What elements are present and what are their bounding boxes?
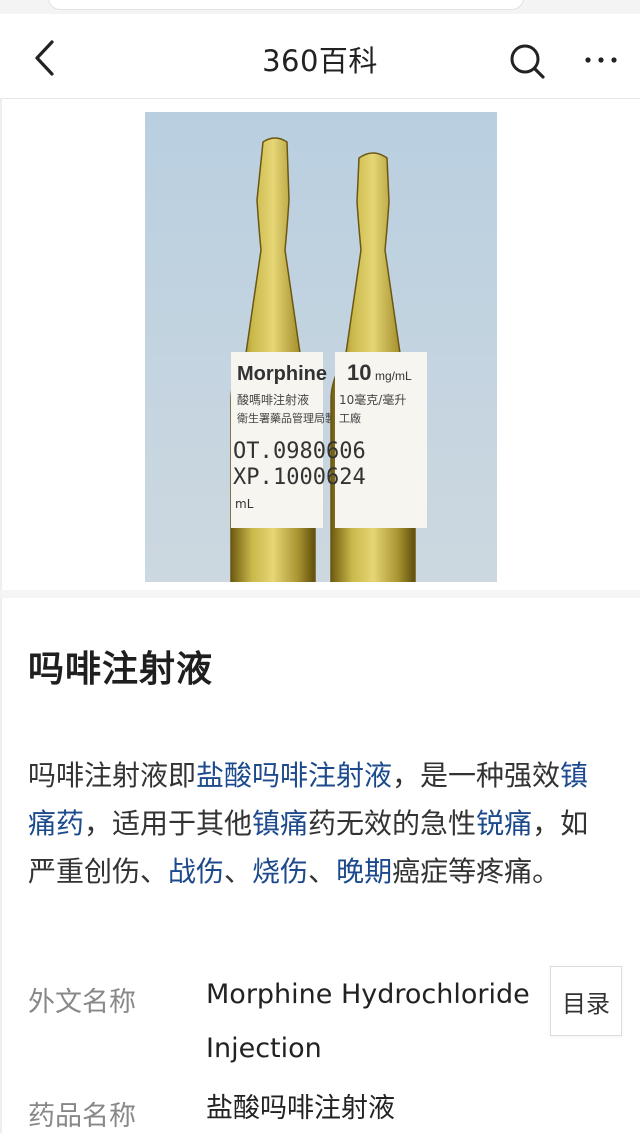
summary-link[interactable]: 烧伤 [252, 855, 308, 888]
summary-link[interactable]: 盐酸吗啡注射液 [196, 759, 392, 792]
summary-text: 药无效的急性 [308, 807, 477, 840]
summary-text: 、 [224, 855, 253, 888]
right-label-exp: 1000624 [273, 465, 366, 490]
right-label-dose: 10 [347, 360, 371, 385]
search-icon [510, 44, 545, 79]
navbar: 360百科 [0, 14, 640, 99]
summary-link[interactable]: 锐痛 [476, 807, 532, 840]
right-label-lot: 0980606 [273, 439, 366, 464]
left-label-unit: mL [235, 497, 254, 511]
summary-text: ，是一种强效 [392, 759, 561, 792]
search-button[interactable] [506, 40, 548, 82]
summary-text: ，适用于其他 [84, 807, 253, 840]
page-edge [0, 98, 2, 1133]
entry-summary: 吗啡注射液即盐酸吗啡注射液，是一种强效镇痛药，适用于其他镇痛药无效的急性锐痛，如… [28, 752, 612, 896]
info-label: 药品名称 [28, 1101, 136, 1132]
more-button[interactable] [578, 40, 624, 80]
info-value: Morphine Hydrochloride Injection [206, 979, 530, 1064]
left-label-lot: OT. [233, 439, 273, 464]
toc-button[interactable]: 目录 [550, 966, 622, 1036]
summary-text: 癌症等疼痛。 [392, 855, 561, 888]
summary-text: 吗啡注射液即 [28, 759, 197, 792]
address-bar[interactable] [48, 0, 524, 10]
right-label-line2: 10毫克/毫升 [339, 392, 406, 407]
browser-top-strip [0, 0, 640, 14]
entry-title: 吗啡注射液 [28, 649, 214, 690]
summary-link[interactable]: 战伤 [168, 855, 224, 888]
more-horizontal-icon [585, 57, 617, 63]
morphine-ampoule-photo[interactable]: Morphine 酸嗎啡注射液 衛生署藥品管理局製 OT. XP. mL 10 … [145, 112, 497, 582]
info-label: 外文名称 [28, 987, 136, 1018]
info-value: 盐酸吗啡注射液 [206, 1093, 395, 1124]
summary-link[interactable]: 晚期 [336, 855, 392, 888]
left-label-brand: Morphine [237, 363, 327, 385]
section-divider [0, 590, 640, 598]
summary-text: 、 [308, 855, 337, 888]
right-label-dose-unit: mg/mL [375, 369, 412, 383]
left-label-line2: 酸嗎啡注射液 [237, 392, 309, 407]
right-label-line3: 工廠 [339, 411, 361, 425]
summary-link[interactable]: 镇痛 [252, 807, 308, 840]
left-label-exp: XP. [233, 465, 273, 490]
left-label-line3: 衛生署藥品管理局製 [237, 411, 336, 425]
